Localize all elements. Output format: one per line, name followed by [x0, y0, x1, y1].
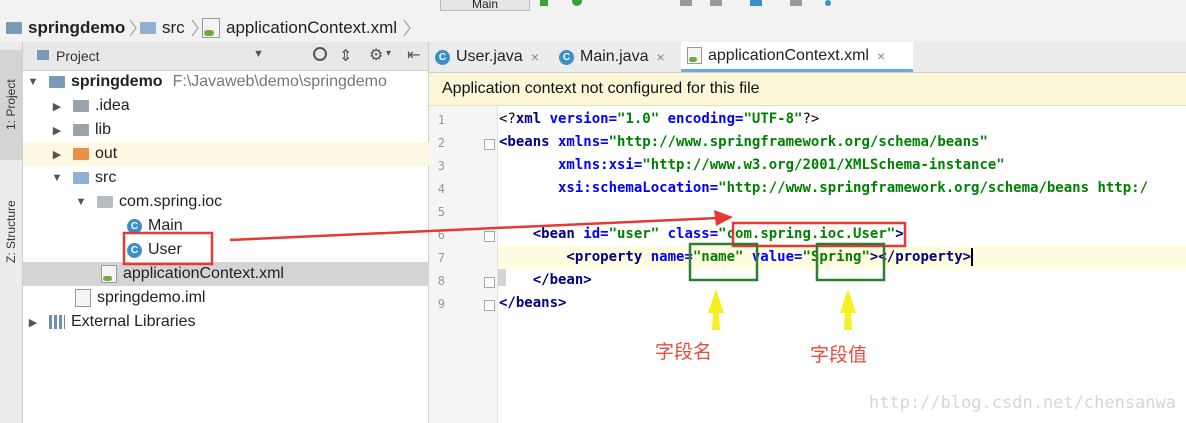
annotation-field-value: 字段值	[810, 344, 868, 366]
highlight-box-value	[815, 242, 886, 282]
highlight-box-class	[731, 221, 907, 248]
annotation-field-name: 字段名	[655, 341, 713, 363]
arrowhead	[714, 210, 733, 226]
arrow-user-to-class	[229, 216, 719, 242]
highlight-box-user	[122, 231, 214, 266]
watermark: http://blog.csdn.net/chensanwa	[868, 393, 1176, 413]
yellow-arrow-value	[840, 289, 856, 330]
annotation-overlay	[122, 210, 907, 330]
yellow-arrow-name	[708, 289, 724, 330]
highlight-box-name	[688, 242, 759, 282]
